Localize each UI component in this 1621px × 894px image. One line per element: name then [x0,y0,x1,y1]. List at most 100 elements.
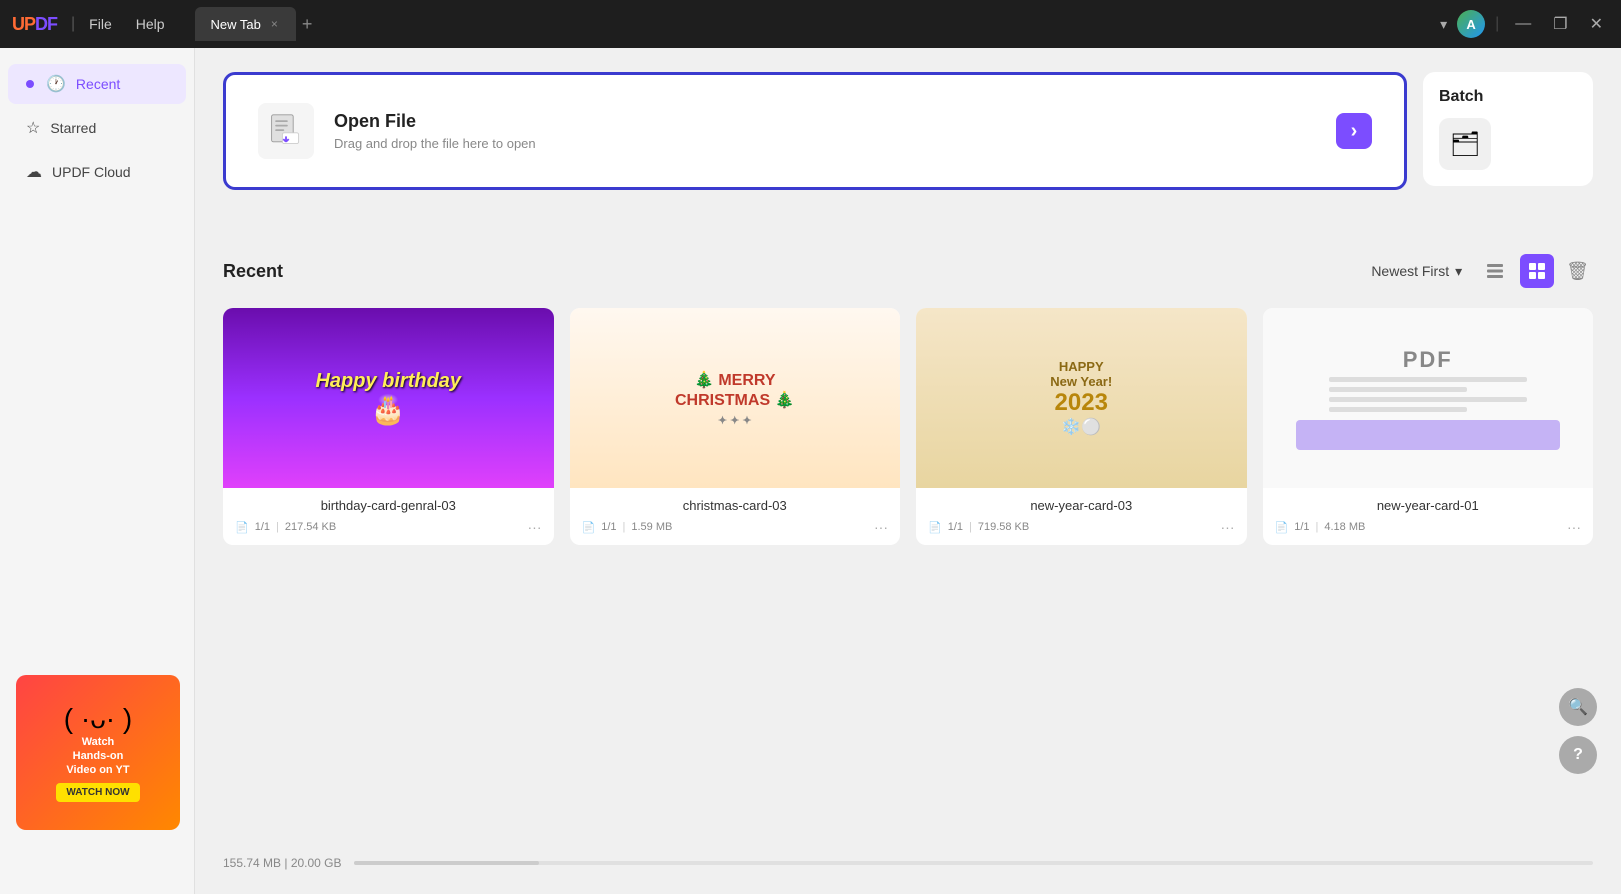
titlebar-right: ▾ A | — ❐ ✕ [1440,10,1609,38]
progress-fill [354,861,540,865]
table-row[interactable]: HAPPYNew Year! 2023 ❄️⚪ new-year-card-03… [916,308,1247,545]
storage-info: 155.74 MB | 20.00 GB [223,856,342,870]
meta-separator: | [1316,521,1319,533]
ad-face: ( ·ᴗ· ) [64,703,132,735]
file-more-button[interactable]: ··· [874,519,888,535]
titlebar: UPDF | File Help New Tab × + ▾ A | — ❐ ✕ [0,0,1621,48]
minimize-button[interactable]: — [1509,15,1537,33]
table-row[interactable]: 🎄 MERRYCHRISTMAS 🎄 ✦ ✦ ✦ christmas-card-… [570,308,901,545]
file-icon-box [258,103,314,159]
delete-button[interactable]: 🗑 [1562,257,1593,286]
open-file-panel[interactable]: Open File Drag and drop the file here to… [223,72,1407,190]
storage-progress-bar [354,861,1593,865]
file-icon-small: 📄 [1275,521,1289,534]
file-icon-small: 📄 [235,521,249,534]
file-info: new-year-card-01 📄 1/1 | 4.18 MB ··· [1263,488,1594,545]
starred-icon: ☆ [26,118,40,138]
open-arrow-button[interactable]: › [1336,113,1372,149]
titlebar-separator: | [71,15,75,33]
app-logo: UPDF [12,14,57,35]
status-bar: 155.74 MB | 20.00 GB [223,836,1593,870]
app-body: 🕐 Recent ☆ Starred ☁ UPDF Cloud ( ·ᴗ· ) … [0,48,1621,894]
file-pages: 1/1 [1294,521,1309,533]
top-row: Open File Drag and drop the file here to… [223,72,1593,222]
sidebar: 🕐 Recent ☆ Starred ☁ UPDF Cloud ( ·ᴗ· ) … [0,48,195,894]
batch-icon: 🗂 [1450,130,1480,159]
open-file-title: Open File [334,111,1316,132]
dropdown-icon[interactable]: ▾ [1440,16,1447,33]
file-size: 4.18 MB [1324,521,1365,533]
file-pages: 1/1 [601,521,616,533]
help-float-button[interactable]: ? [1559,736,1597,774]
file-pages: 1/1 [948,521,963,533]
batch-title: Batch [1439,88,1483,106]
close-button[interactable]: ✕ [1584,14,1609,34]
file-thumbnail: HAPPYNew Year! 2023 ❄️⚪ [916,308,1247,488]
float-buttons: 🔍 ? [1559,688,1597,774]
table-row[interactable]: PDF new-year-card-01 📄 1/ [1263,308,1594,545]
list-view-button[interactable] [1478,254,1512,288]
file-icon [268,113,304,149]
sort-label: Newest First [1371,263,1449,279]
search-icon: 🔍 [1568,697,1588,717]
sidebar-item-starred[interactable]: ☆ Starred [8,108,186,148]
file-size: 217.54 KB [285,521,336,533]
file-info: christmas-card-03 📄 1/1 | 1.59 MB ··· [570,488,901,545]
ad-text: Watch Hands-on Video on YT [66,735,129,778]
batch-panel: Batch 🗂 [1423,72,1593,186]
open-file-text: Open File Drag and drop the file here to… [334,111,1316,151]
arrow-icon: › [1351,120,1358,143]
meta-separator: | [623,521,626,533]
sidebar-item-recent[interactable]: 🕐 Recent [8,64,186,104]
file-meta: 📄 1/1 | 1.59 MB ··· [582,519,889,535]
file-name: new-year-card-01 [1275,498,1582,513]
file-icon-small: 📄 [582,521,596,534]
file-size: 1.59 MB [631,521,672,533]
sidebar-label-starred: Starred [50,120,96,136]
sidebar-item-cloud[interactable]: ☁ UPDF Cloud [8,152,186,192]
file-name: christmas-card-03 [582,498,889,513]
open-file-wrapper: Open File Drag and drop the file here to… [223,72,1407,222]
batch-icon-button[interactable]: 🗂 [1439,118,1491,170]
file-name: birthday-card-genral-03 [235,498,542,513]
file-grid: Happy birthday 🎂 birthday-card-genral-03… [223,308,1593,545]
titlebar-menu: File Help [89,16,164,32]
menu-file[interactable]: File [89,16,112,32]
tab-new[interactable]: New Tab × [195,7,296,41]
file-info: birthday-card-genral-03 📄 1/1 | 217.54 K… [223,488,554,545]
recent-icon: 🕐 [46,74,66,94]
cloud-icon: ☁ [26,162,42,182]
active-dot [26,80,34,88]
file-size: 719.58 KB [978,521,1029,533]
file-meta: 📄 1/1 | 719.58 KB ··· [928,519,1235,535]
avatar[interactable]: A [1457,10,1485,38]
file-more-button[interactable]: ··· [528,519,542,535]
sidebar-label-cloud: UPDF Cloud [52,164,131,180]
file-name: new-year-card-03 [928,498,1235,513]
tab-add-button[interactable]: + [302,14,313,35]
ad-watch-button[interactable]: WATCH NOW [56,783,139,802]
file-more-button[interactable]: ··· [1567,519,1581,535]
search-float-button[interactable]: 🔍 [1559,688,1597,726]
view-icons [1478,254,1554,288]
menu-help[interactable]: Help [136,16,165,32]
recent-header: Recent Newest First ▾ [223,254,1593,288]
file-meta: 📄 1/1 | 217.54 KB ··· [235,519,542,535]
maximize-button[interactable]: ❐ [1547,14,1573,34]
file-thumbnail: PDF [1263,308,1594,488]
meta-separator: | [969,521,972,533]
win-separator: | [1495,15,1499,33]
table-row[interactable]: Happy birthday 🎂 birthday-card-genral-03… [223,308,554,545]
file-info: new-year-card-03 📄 1/1 | 719.58 KB ··· [916,488,1247,545]
file-thumbnail: Happy birthday 🎂 [223,308,554,488]
grid-view-icon [1528,262,1546,280]
tab-close-icon[interactable]: × [269,15,280,33]
sort-dropdown[interactable]: Newest First ▾ [1371,263,1462,280]
list-view-icon [1486,262,1504,280]
tab-label: New Tab [211,17,261,32]
ad-panel[interactable]: ( ·ᴗ· ) Watch Hands-on Video on YT WATCH… [16,675,180,830]
recent-title: Recent [223,261,1371,282]
recent-section: Recent Newest First ▾ [223,254,1593,545]
grid-view-button[interactable] [1520,254,1554,288]
file-more-button[interactable]: ··· [1221,519,1235,535]
